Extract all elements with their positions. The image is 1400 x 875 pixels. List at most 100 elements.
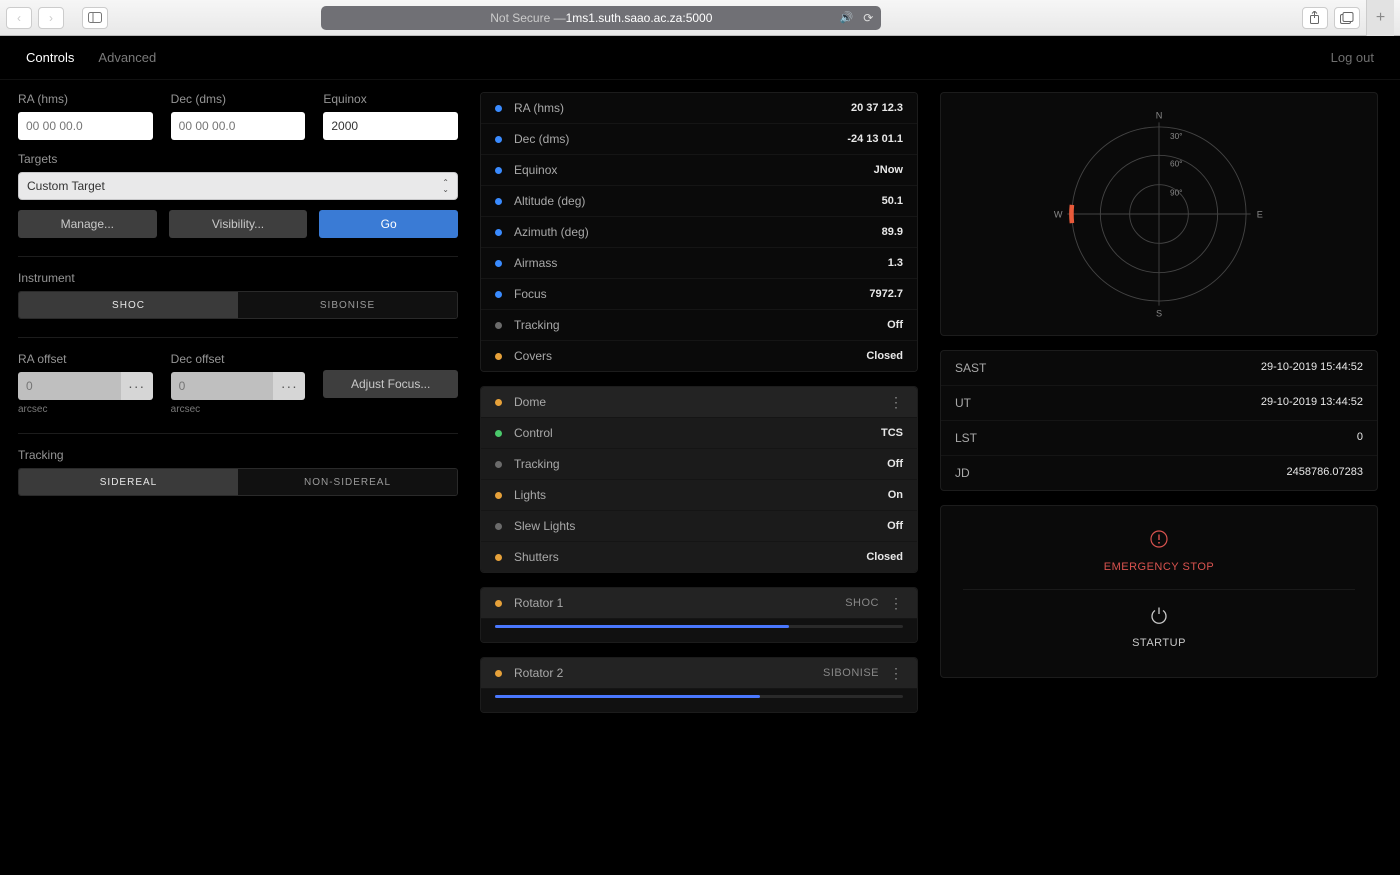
status-dot-icon xyxy=(495,229,502,236)
rotator-1-panel: Rotator 1 SHOC ⋮ xyxy=(480,587,918,643)
status-label: Altitude (deg) xyxy=(514,194,585,208)
status-value: JNow xyxy=(874,164,903,176)
ra-label: RA (hms) xyxy=(18,92,153,106)
telescope-status-list: RA (hms) 20 37 12.3 Dec (dms) -24 13 01.… xyxy=(480,92,918,372)
dome-menu-button[interactable]: ⋮ xyxy=(889,397,903,407)
sidebar-toggle-button[interactable] xyxy=(82,7,108,29)
info-panel: N S E W 30° 60° 90° SAST29-10-2019 15:44… xyxy=(940,92,1378,727)
rotator-1-header: Rotator 1 SHOC ⋮ xyxy=(481,588,917,619)
time-label: JD xyxy=(955,466,970,480)
tab-advanced[interactable]: Advanced xyxy=(98,50,156,65)
nav-forward-button[interactable]: › xyxy=(38,7,64,29)
rotator-2-label: Rotator 2 xyxy=(514,666,563,680)
status-value: TCS xyxy=(881,427,903,439)
status-row: Dec (dms) -24 13 01.1 xyxy=(481,124,917,155)
reload-icon[interactable]: ⟳ xyxy=(863,11,873,25)
dec-offset-menu[interactable]: ··· xyxy=(273,372,305,400)
rotator-2-panel: Rotator 2 SIBONISE ⋮ xyxy=(480,657,918,713)
ra-offset-input[interactable] xyxy=(18,372,121,400)
status-dot-icon xyxy=(495,399,502,406)
status-row: Azimuth (deg) 89.9 xyxy=(481,217,917,248)
status-dot-icon xyxy=(495,167,502,174)
status-label: Covers xyxy=(514,349,552,363)
status-dot-icon xyxy=(495,430,502,437)
power-icon xyxy=(1150,606,1168,629)
status-panel: RA (hms) 20 37 12.3 Dec (dms) -24 13 01.… xyxy=(480,92,918,727)
time-value: 2458786.07283 xyxy=(1287,466,1363,480)
status-row: Airmass 1.3 xyxy=(481,248,917,279)
status-dot-icon xyxy=(495,105,502,112)
status-dot-icon xyxy=(495,198,502,205)
dome-status-list: Dome ⋮ Control TCS Tracking Off Lights O… xyxy=(480,386,918,573)
instrument-shoc[interactable]: SHOC xyxy=(19,292,238,318)
dome-header-label: Dome xyxy=(514,395,546,409)
status-dot-icon xyxy=(495,554,502,561)
status-label: Equinox xyxy=(514,163,557,177)
status-dot-icon xyxy=(495,492,502,499)
dec-offset-input[interactable] xyxy=(171,372,274,400)
ra-input[interactable] xyxy=(18,112,153,140)
time-label: UT xyxy=(955,396,971,410)
sound-icon[interactable]: 🔊 xyxy=(840,11,854,24)
status-value: 89.9 xyxy=(882,226,903,238)
status-row: Lights On xyxy=(481,480,917,511)
rotator-1-menu-button[interactable]: ⋮ xyxy=(889,598,903,608)
new-tab-button[interactable]: + xyxy=(1366,0,1394,36)
status-dot-icon xyxy=(495,461,502,468)
status-label: Control xyxy=(514,426,553,440)
status-value: On xyxy=(888,489,903,501)
logout-link[interactable]: Log out xyxy=(1331,50,1374,65)
status-dot-icon xyxy=(495,670,502,677)
status-dot-icon xyxy=(495,600,502,607)
dec-input[interactable] xyxy=(171,112,306,140)
dome-header: Dome ⋮ xyxy=(481,387,917,418)
address-host: 1ms1.suth.saao.ac.za:5000 xyxy=(566,11,713,25)
address-bar[interactable]: Not Secure — 1ms1.suth.saao.ac.za:5000 🔊… xyxy=(321,6,881,30)
adjust-focus-button[interactable]: Adjust Focus... xyxy=(323,370,458,398)
targets-select[interactable]: Custom Target xyxy=(18,172,458,200)
actions-panel: EMERGENCY STOP STARTUP xyxy=(940,505,1378,678)
browser-chrome: ‹ › Not Secure — 1ms1.suth.saao.ac.za:50… xyxy=(0,0,1400,36)
rotator-2-menu-button[interactable]: ⋮ xyxy=(889,668,903,678)
equinox-label: Equinox xyxy=(323,92,458,106)
svg-text:60°: 60° xyxy=(1170,159,1182,168)
manage-button[interactable]: Manage... xyxy=(18,210,157,238)
status-dot-icon xyxy=(495,322,502,329)
sidebar-icon xyxy=(88,12,102,23)
status-row: Covers Closed xyxy=(481,341,917,371)
rotator-1-progress xyxy=(481,619,917,642)
time-row: SAST29-10-2019 15:44:52 xyxy=(941,351,1377,386)
status-dot-icon xyxy=(495,136,502,143)
status-value: 50.1 xyxy=(882,195,903,207)
emergency-stop-button[interactable]: EMERGENCY STOP xyxy=(941,524,1377,579)
ra-offset-unit: arcsec xyxy=(18,404,153,415)
rotator-2-progress xyxy=(481,689,917,712)
status-value: 20 37 12.3 xyxy=(851,102,903,114)
startup-button[interactable]: STARTUP xyxy=(941,600,1377,655)
rotator-1-label: Rotator 1 xyxy=(514,596,563,610)
status-value: Closed xyxy=(866,551,903,563)
status-dot-icon xyxy=(495,260,502,267)
share-button[interactable] xyxy=(1302,7,1328,29)
svg-text:90°: 90° xyxy=(1170,189,1182,198)
tab-controls[interactable]: Controls xyxy=(26,50,74,65)
ra-offset-menu[interactable]: ··· xyxy=(121,372,153,400)
time-value: 0 xyxy=(1357,431,1363,445)
visibility-button[interactable]: Visibility... xyxy=(169,210,308,238)
nav-back-button[interactable]: ‹ xyxy=(6,7,32,29)
go-button[interactable]: Go xyxy=(319,210,458,238)
time-row: UT29-10-2019 13:44:52 xyxy=(941,386,1377,421)
tabs-button[interactable] xyxy=(1334,7,1360,29)
tracking-nonsidereal[interactable]: NON-SIDEREAL xyxy=(238,469,457,495)
status-label: Slew Lights xyxy=(514,519,575,533)
equinox-input[interactable] xyxy=(323,112,458,140)
dec-label: Dec (dms) xyxy=(171,92,306,106)
status-dot-icon xyxy=(495,291,502,298)
instrument-sibonise[interactable]: SIBONISE xyxy=(238,292,457,318)
times-panel: SAST29-10-2019 15:44:52UT29-10-2019 13:4… xyxy=(940,350,1378,491)
status-value: 7972.7 xyxy=(869,288,903,300)
tracking-sidereal[interactable]: SIDEREAL xyxy=(19,469,238,495)
status-dot-icon xyxy=(495,523,502,530)
compass-icon: N S E W 30° 60° 90° xyxy=(1049,104,1269,324)
status-label: Tracking xyxy=(514,318,560,332)
